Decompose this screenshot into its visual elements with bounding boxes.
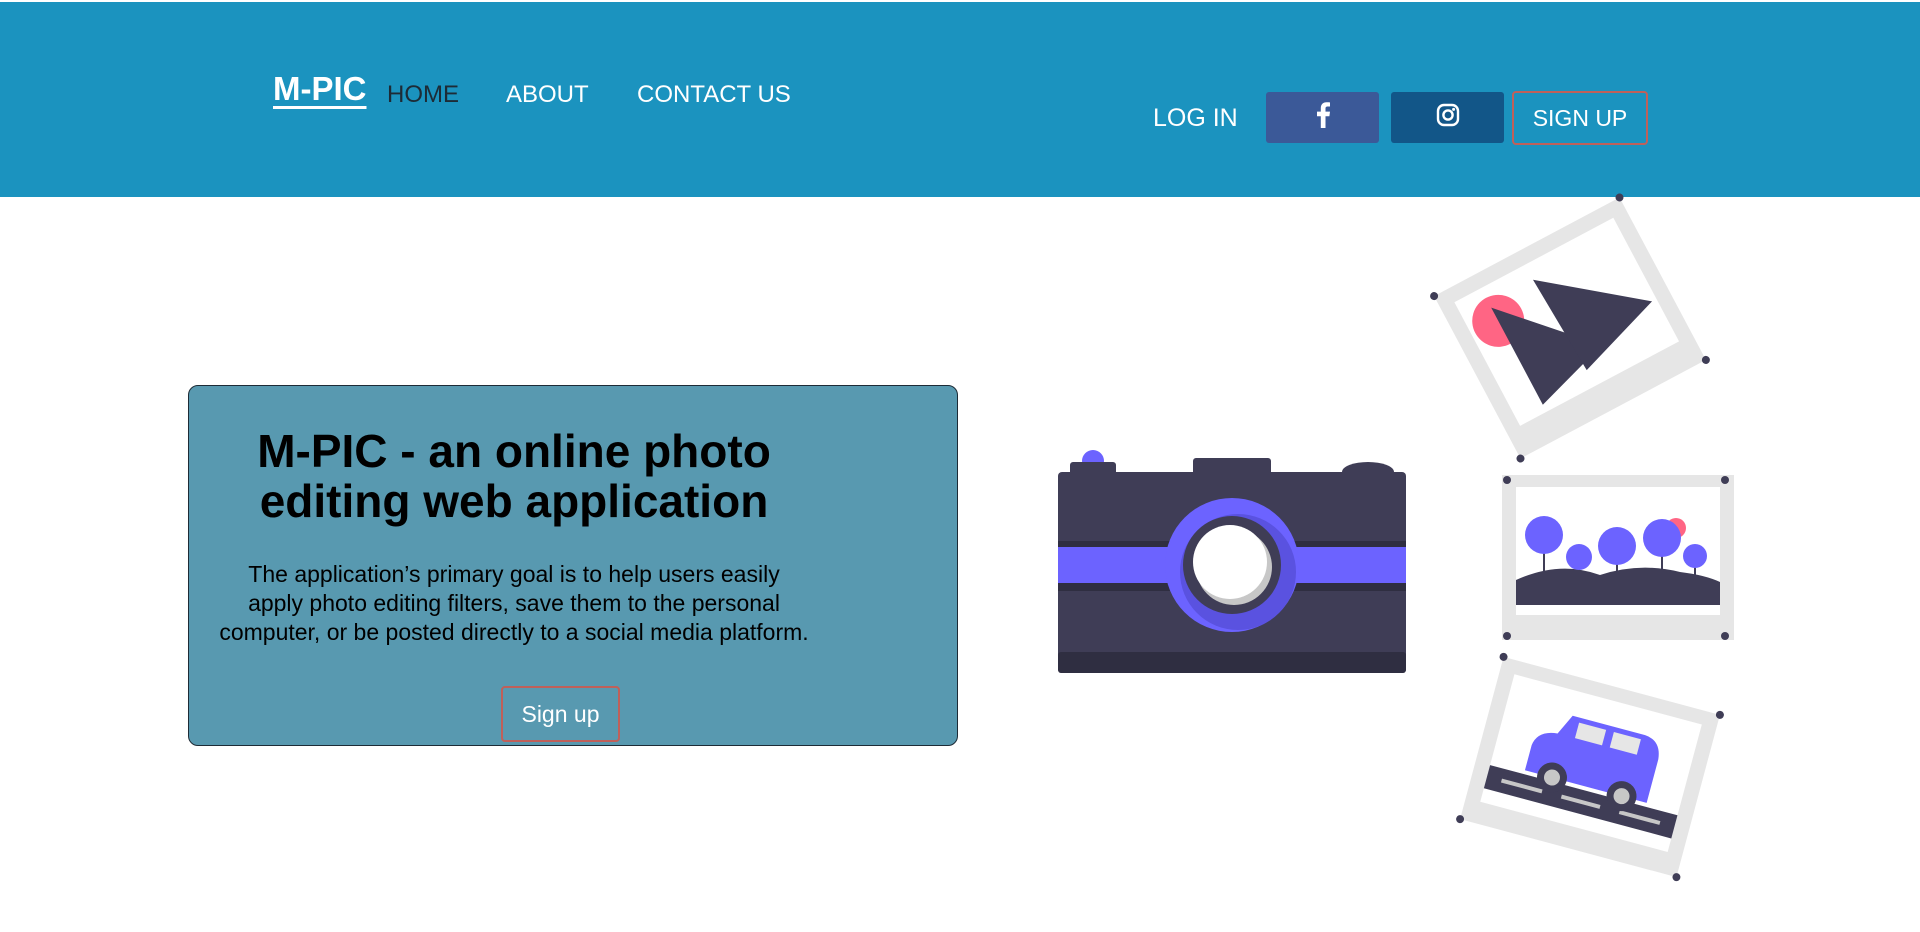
mountain-photo-graphic	[1430, 193, 1710, 463]
hero-card: M-PIC - an online photo editing web appl…	[188, 385, 958, 746]
instagram-icon	[1436, 103, 1460, 132]
facebook-button[interactable]	[1266, 92, 1379, 143]
trees-photo-graphic	[1502, 475, 1734, 640]
nav-link-home[interactable]: HOME	[387, 81, 459, 109]
login-link[interactable]: LOG IN	[1153, 104, 1238, 133]
hero-description: The application’s primary goal is to hel…	[219, 561, 809, 645]
camera-and-photos-illustration	[1040, 190, 1760, 895]
instagram-button[interactable]	[1391, 92, 1504, 143]
camera-graphic	[1058, 450, 1406, 673]
nav-link-about[interactable]: ABOUT	[506, 81, 589, 109]
header-signup-button[interactable]: SIGN UP	[1512, 91, 1648, 145]
car-photo-graphic	[1456, 652, 1724, 882]
brand-logo-link[interactable]: M-PIC	[273, 70, 367, 108]
facebook-icon	[1315, 102, 1331, 133]
hero-signup-button[interactable]: Sign up	[501, 686, 620, 742]
top-navbar: M-PIC HOME ABOUT CONTACT US LOG IN SIGN …	[0, 0, 1920, 197]
nav-link-contact-us[interactable]: CONTACT US	[637, 81, 791, 109]
hero-title: M-PIC - an online photo editing web appl…	[257, 425, 771, 527]
